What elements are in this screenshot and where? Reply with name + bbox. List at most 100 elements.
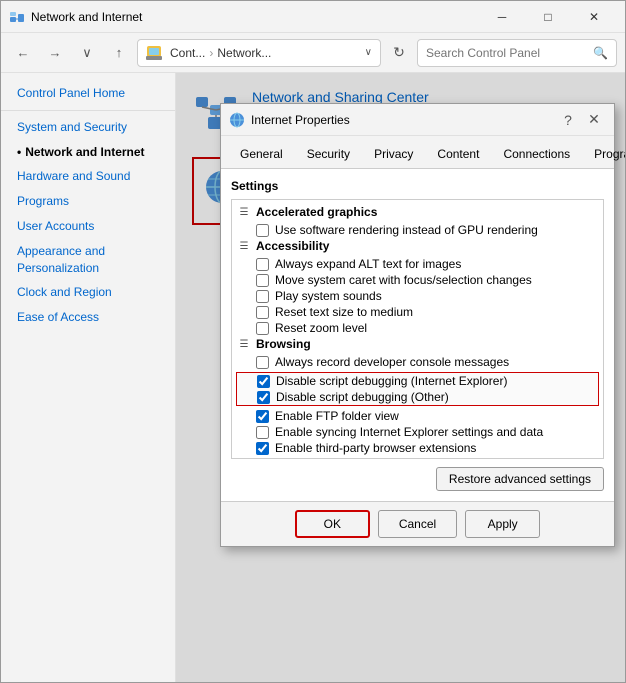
sidebar-item-programs[interactable]: Programs <box>1 189 175 214</box>
back-button[interactable]: ← <box>9 39 37 67</box>
setting-ftp-folder: Enable FTP folder view <box>236 408 599 424</box>
search-input[interactable] <box>426 46 593 60</box>
dialog-titlebar: Internet Properties ? ✕ <box>221 104 614 136</box>
cancel-button[interactable]: Cancel <box>378 510 457 538</box>
addressbar: ← → ∨ ↑ Cont... › Network... ∨ ↻ 🔍 <box>1 33 625 73</box>
main-content: Control Panel Home System and Security N… <box>1 73 625 682</box>
search-icon: 🔍 <box>593 46 608 60</box>
setting-text-play-sounds: Play system sounds <box>275 289 382 303</box>
window-icon <box>9 9 25 25</box>
forward-button[interactable]: → <box>41 39 69 67</box>
cb-third-party-extensions[interactable] <box>256 442 269 455</box>
restore-row: Restore advanced settings <box>231 467 604 491</box>
tab-general[interactable]: General <box>229 142 294 168</box>
restore-advanced-settings-button[interactable]: Restore advanced settings <box>436 467 604 491</box>
address-path-prefix: Cont... <box>170 46 205 60</box>
refresh-button[interactable]: ↻ <box>385 39 413 67</box>
sidebar-item-ease-of-access[interactable]: Ease of Access <box>1 305 175 330</box>
setting-text-sync-ie-settings: Enable syncing Internet Explorer setting… <box>275 425 543 439</box>
setting-text-software-rendering: Use software rendering instead of GPU re… <box>275 223 538 237</box>
address-sep1: › <box>209 46 213 60</box>
cb-disable-script-other[interactable] <box>257 391 270 404</box>
setting-reset-zoom: Reset zoom level <box>236 320 599 336</box>
dialog-footer: OK Cancel Apply <box>221 501 614 546</box>
minimize-button[interactable]: ─ <box>479 1 525 33</box>
cb-play-sounds[interactable] <box>256 290 269 303</box>
group-browsing: ☰ Browsing <box>236 336 599 352</box>
apply-button[interactable]: Apply <box>465 510 540 538</box>
setting-text-third-party-extensions: Enable third-party browser extensions <box>275 441 476 455</box>
cb-system-caret[interactable] <box>256 274 269 287</box>
dialog-help-button[interactable]: ? <box>556 108 580 132</box>
dialog-tabs: General Security Privacy Content Connect… <box>221 136 614 169</box>
recent-button[interactable]: ∨ <box>73 39 101 67</box>
cb-reset-zoom[interactable] <box>256 322 269 335</box>
settings-list[interactable]: ☰ Accelerated graphics Use software rend… <box>231 199 604 459</box>
settings-label: Settings <box>231 179 604 193</box>
group-icon-browsing: ☰ <box>236 336 252 352</box>
cb-sync-ie-settings[interactable] <box>256 426 269 439</box>
address-bar[interactable]: Cont... › Network... ∨ <box>137 39 381 67</box>
tab-programs[interactable]: Programs <box>583 142 625 168</box>
tab-privacy[interactable]: Privacy <box>363 142 424 168</box>
dialog-controls: ? ✕ <box>556 108 606 132</box>
setting-text-alt-text: Always expand ALT text for images <box>275 257 461 271</box>
setting-alt-text: Always expand ALT text for images <box>236 256 599 272</box>
setting-text-visual-styles: Enable visual styles on buttons and cont… <box>275 457 579 459</box>
setting-text-reset-text-size: Reset text size to medium <box>275 305 413 319</box>
tab-content[interactable]: Content <box>426 142 490 168</box>
highlighted-settings-group: Disable script debugging (Internet Explo… <box>236 372 599 406</box>
setting-reset-text-size: Reset text size to medium <box>236 304 599 320</box>
internet-properties-dialog: Internet Properties ? ✕ General Security… <box>220 103 615 547</box>
cb-reset-text-size[interactable] <box>256 306 269 319</box>
cb-developer-console[interactable] <box>256 356 269 369</box>
group-accessibility: ☰ Accessibility <box>236 238 599 254</box>
setting-disable-script-other: Disable script debugging (Other) <box>237 389 598 405</box>
sidebar-item-user-accounts[interactable]: User Accounts <box>1 214 175 239</box>
cb-disable-script-ie[interactable] <box>257 375 270 388</box>
dialog-overlay: Internet Properties ? ✕ General Security… <box>176 73 625 682</box>
cb-visual-styles[interactable] <box>256 458 269 460</box>
setting-text-developer-console: Always record developer console messages <box>275 355 509 369</box>
sidebar-item-network-and-internet[interactable]: Network and Internet <box>1 140 175 165</box>
address-path-mid: Network... <box>217 46 271 60</box>
maximize-button[interactable]: □ <box>525 1 571 33</box>
group-label-accelerated: Accelerated graphics <box>256 205 377 219</box>
setting-software-rendering: Use software rendering instead of GPU re… <box>236 222 599 238</box>
ok-button[interactable]: OK <box>295 510 370 538</box>
group-icon-accelerated: ☰ <box>236 204 252 220</box>
dialog-close-button[interactable]: ✕ <box>582 108 606 132</box>
cb-software-rendering[interactable] <box>256 224 269 237</box>
search-box: 🔍 <box>417 39 617 67</box>
cb-ftp-folder[interactable] <box>256 410 269 423</box>
sidebar-item-system-and-security[interactable]: System and Security <box>1 115 175 140</box>
setting-text-ftp-folder: Enable FTP folder view <box>275 409 399 423</box>
tab-connections[interactable]: Connections <box>492 142 581 168</box>
setting-text-disable-script-ie: Disable script debugging (Internet Explo… <box>276 374 507 388</box>
sidebar-item-appearance-and-personalization[interactable]: Appearance and Personalization <box>1 239 175 281</box>
window-controls: ─ □ ✕ <box>479 1 617 33</box>
setting-visual-styles: Enable visual styles on buttons and cont… <box>236 456 599 459</box>
sidebar-item-control-panel-home[interactable]: Control Panel Home <box>1 81 175 106</box>
setting-system-caret: Move system caret with focus/selection c… <box>236 272 599 288</box>
window-title: Network and Internet <box>31 10 479 24</box>
address-chevron[interactable]: ∨ <box>365 47 372 58</box>
setting-developer-console: Always record developer console messages <box>236 354 599 370</box>
content-area: Network and Sharing Center View network … <box>176 73 625 682</box>
close-button[interactable]: ✕ <box>571 1 617 33</box>
setting-text-reset-zoom: Reset zoom level <box>275 321 367 335</box>
group-label-accessibility: Accessibility <box>256 239 329 253</box>
setting-disable-script-ie: Disable script debugging (Internet Explo… <box>237 373 598 389</box>
sidebar: Control Panel Home System and Security N… <box>1 73 176 682</box>
titlebar: Network and Internet ─ □ ✕ <box>1 1 625 33</box>
group-accelerated-graphics: ☰ Accelerated graphics <box>236 204 599 220</box>
sidebar-divider-1 <box>1 110 175 111</box>
group-label-browsing: Browsing <box>256 337 311 351</box>
sidebar-item-clock-and-region[interactable]: Clock and Region <box>1 280 175 305</box>
sidebar-item-hardware-and-sound[interactable]: Hardware and Sound <box>1 164 175 189</box>
tab-security[interactable]: Security <box>296 142 361 168</box>
setting-play-sounds: Play system sounds <box>236 288 599 304</box>
up-button[interactable]: ↑ <box>105 39 133 67</box>
cb-alt-text[interactable] <box>256 258 269 271</box>
setting-text-system-caret: Move system caret with focus/selection c… <box>275 273 532 287</box>
